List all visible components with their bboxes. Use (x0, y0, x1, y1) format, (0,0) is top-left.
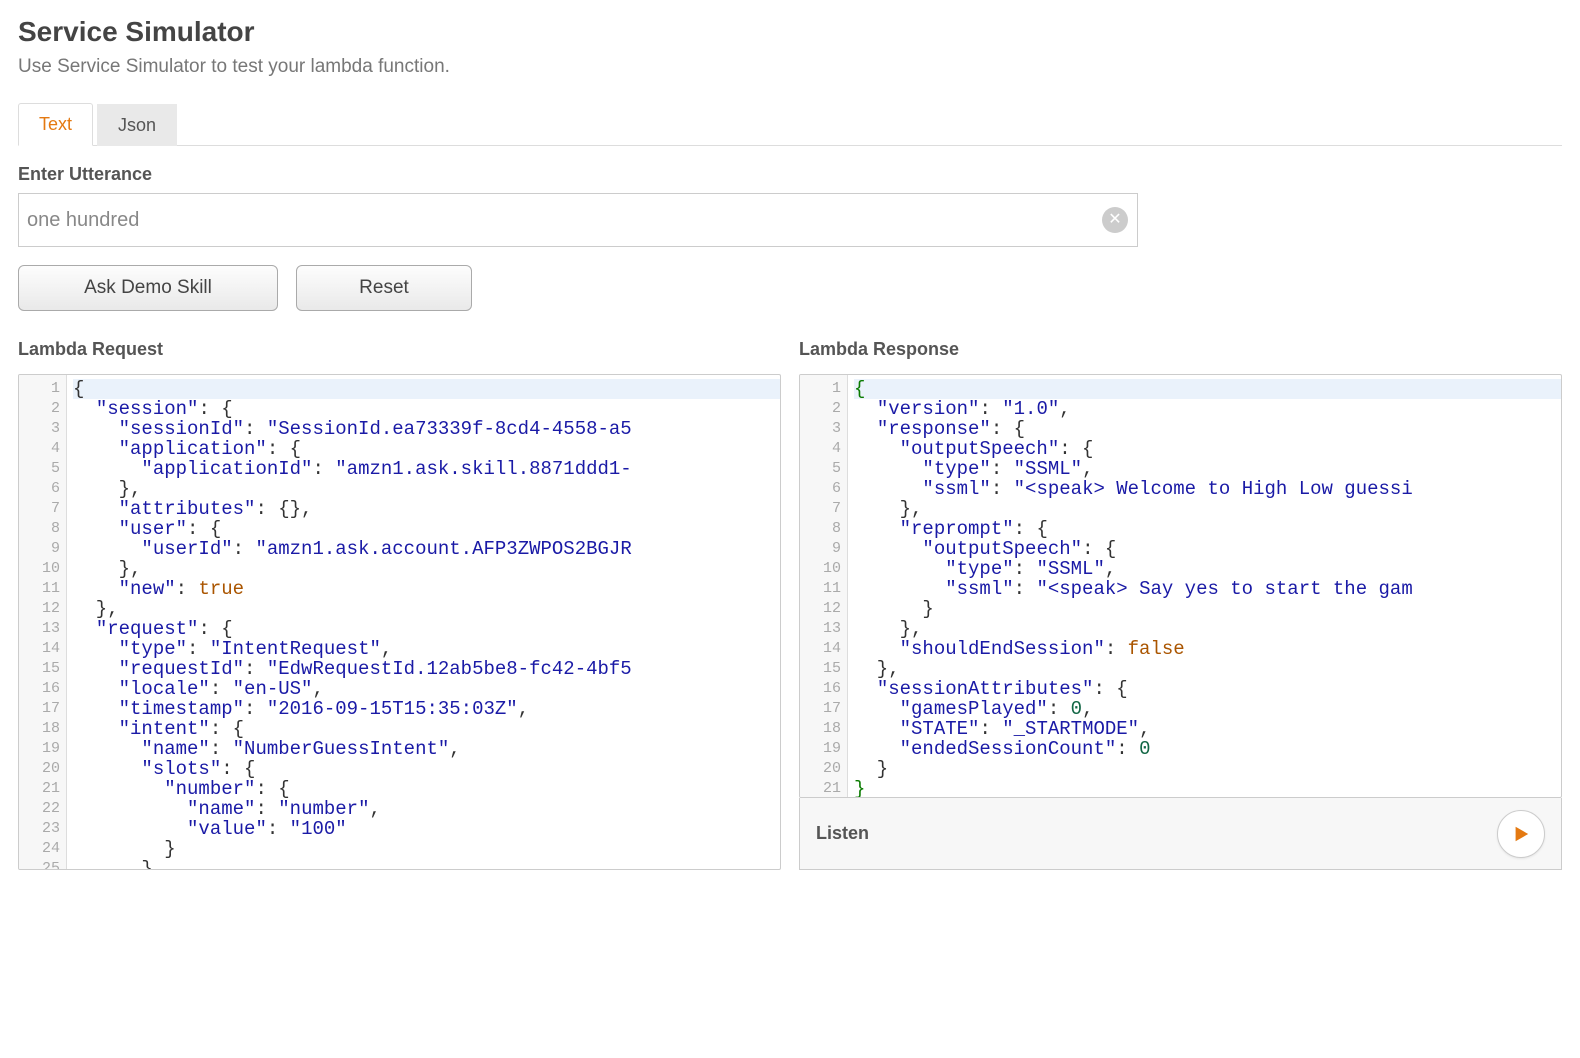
utterance-input[interactable] (18, 193, 1138, 247)
code-line[interactable]: }, (73, 559, 780, 579)
code-line[interactable]: "type": "IntentRequest", (73, 639, 780, 659)
request-code-body[interactable]: { "session": { "sessionId": "SessionId.e… (67, 375, 780, 869)
code-line[interactable]: }, (854, 659, 1561, 679)
code-line[interactable]: }, (73, 479, 780, 499)
request-code-box[interactable]: 1234567891011121314151617181920212223242… (18, 374, 781, 870)
page-subtitle: Use Service Simulator to test your lambd… (18, 56, 1562, 78)
tab-json[interactable]: Json (97, 104, 177, 146)
code-line[interactable]: "name": "NumberGuessIntent", (73, 739, 780, 759)
play-button[interactable] (1497, 810, 1545, 858)
code-line[interactable]: "reprompt": { (854, 519, 1561, 539)
code-line[interactable]: "locale": "en-US", (73, 679, 780, 699)
code-line[interactable]: } (854, 759, 1561, 779)
utterance-wrap: ✕ (18, 193, 1138, 247)
code-line[interactable]: "user": { (73, 519, 780, 539)
code-line[interactable]: "gamesPlayed": 0, (854, 699, 1561, 719)
code-line[interactable]: "session": { (73, 399, 780, 419)
ask-skill-button[interactable]: Ask Demo Skill (18, 265, 278, 311)
reset-button[interactable]: Reset (296, 265, 472, 311)
listen-label: Listen (816, 823, 869, 844)
page-title: Service Simulator (18, 16, 1562, 48)
code-line[interactable]: }, (854, 499, 1561, 519)
play-icon (1512, 825, 1530, 843)
code-line[interactable]: "slots": { (73, 759, 780, 779)
response-title: Lambda Response (799, 339, 1562, 360)
code-line[interactable]: "sessionAttributes": { (854, 679, 1561, 699)
code-line[interactable]: "response": { (854, 419, 1561, 439)
response-code-box[interactable]: 123456789101112131415161718192021 { "ver… (799, 374, 1562, 798)
utterance-label: Enter Utterance (18, 164, 1562, 185)
listen-bar: Listen (799, 798, 1562, 870)
code-line[interactable]: "type": "SSML", (854, 459, 1561, 479)
code-line[interactable]: "STATE": "_STARTMODE", (854, 719, 1561, 739)
code-line[interactable]: "ssml": "<speak> Say yes to start the ga… (854, 579, 1561, 599)
tab-row: Text Json (18, 102, 1562, 146)
code-line[interactable]: "name": "number", (73, 799, 780, 819)
response-panel: Lambda Response 123456789101112131415161… (799, 339, 1562, 870)
code-line[interactable]: }, (854, 619, 1561, 639)
panels: Lambda Request 1234567891011121314151617… (18, 339, 1562, 870)
code-line[interactable]: } (854, 599, 1561, 619)
code-line[interactable]: "endedSessionCount": 0 (854, 739, 1561, 759)
code-line[interactable]: "sessionId": "SessionId.ea73339f-8cd4-45… (73, 419, 780, 439)
request-panel: Lambda Request 1234567891011121314151617… (18, 339, 781, 870)
code-line[interactable]: "request": { (73, 619, 780, 639)
clear-icon[interactable]: ✕ (1102, 207, 1128, 233)
code-line[interactable]: "requestId": "EdwRequestId.12ab5be8-fc42… (73, 659, 780, 679)
code-line[interactable]: "ssml": "<speak> Welcome to High Low gue… (854, 479, 1561, 499)
button-row: Ask Demo Skill Reset (18, 265, 1562, 311)
code-line[interactable]: "attributes": {}, (73, 499, 780, 519)
code-line[interactable]: "version": "1.0", (854, 399, 1561, 419)
code-line[interactable]: "outputSpeech": { (854, 439, 1561, 459)
request-title: Lambda Request (18, 339, 781, 360)
response-code-body[interactable]: { "version": "1.0", "response": { "outpu… (848, 375, 1561, 797)
code-line[interactable]: "new": true (73, 579, 780, 599)
code-line[interactable]: "application": { (73, 439, 780, 459)
request-gutter: 1234567891011121314151617181920212223242… (19, 375, 67, 869)
code-line[interactable]: "userId": "amzn1.ask.account.AFP3ZWPOS2B… (73, 539, 780, 559)
code-line[interactable]: "intent": { (73, 719, 780, 739)
code-line[interactable]: } (854, 779, 1561, 797)
code-line[interactable]: "number": { (73, 779, 780, 799)
code-line[interactable]: "outputSpeech": { (854, 539, 1561, 559)
code-line[interactable]: "timestamp": "2016-09-15T15:35:03Z", (73, 699, 780, 719)
tab-text[interactable]: Text (18, 103, 93, 146)
code-line[interactable]: "applicationId": "amzn1.ask.skill.8871dd… (73, 459, 780, 479)
code-line[interactable]: }, (73, 599, 780, 619)
code-line[interactable]: "value": "100" (73, 819, 780, 839)
code-line[interactable]: } (73, 859, 780, 869)
code-line[interactable]: "shouldEndSession": false (854, 639, 1561, 659)
code-line[interactable]: { (73, 379, 780, 399)
response-gutter: 123456789101112131415161718192021 (800, 375, 848, 797)
code-line[interactable]: } (73, 839, 780, 859)
code-line[interactable]: { (854, 379, 1561, 399)
code-line[interactable]: "type": "SSML", (854, 559, 1561, 579)
